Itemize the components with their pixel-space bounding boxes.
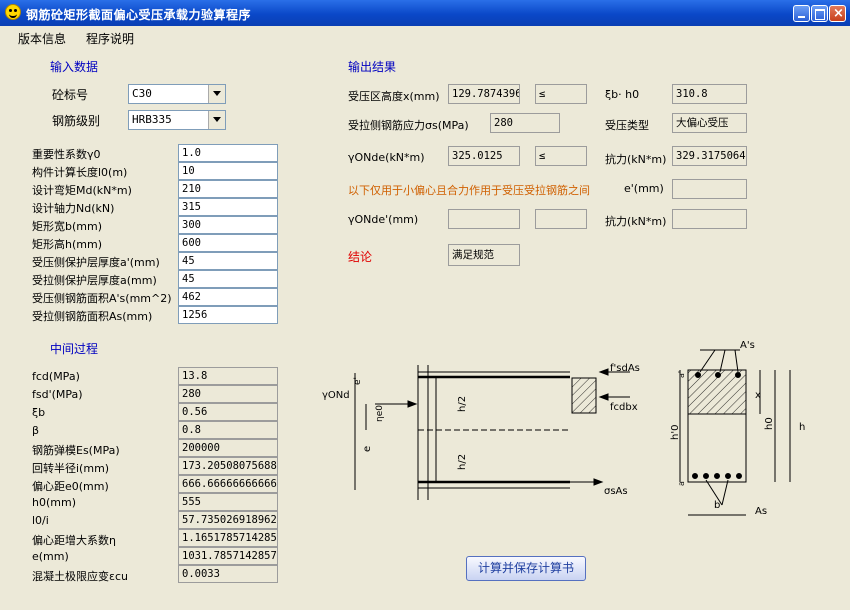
a-label: a: [677, 481, 686, 486]
as-prime-label: A's: [740, 340, 755, 351]
h0-diagram-label: h0: [764, 417, 775, 430]
h0-prime-label: h'0: [670, 425, 681, 440]
sigma-as-label: σsAs: [604, 486, 628, 497]
a-prime-label: a': [677, 371, 686, 378]
f-sdas-label: f'sdAs: [610, 363, 640, 374]
cross-section-view: [679, 349, 791, 516]
e-prime-diagram-label: e': [353, 377, 363, 385]
h-half-bottom-label: h/2: [457, 454, 468, 470]
b-label: b: [714, 500, 720, 511]
h-label: h: [799, 422, 805, 433]
gamma-nd-label: γONd: [322, 390, 350, 401]
section-diagram: γONd f'sdAs fcdbx σsAs h/2 h/2 e ηe0 e' …: [322, 340, 805, 517]
elevation-view: [354, 365, 630, 500]
x-label: x: [755, 390, 761, 401]
e-diagram-label: e: [362, 446, 373, 452]
calculate-save-button[interactable]: 计算并保存计算书: [466, 556, 586, 581]
eta-e0-label: ηe0: [375, 405, 385, 422]
as-label: As: [755, 506, 767, 517]
fcdbx-label: fcdbx: [610, 402, 638, 413]
h-half-top-label: h/2: [457, 396, 468, 412]
